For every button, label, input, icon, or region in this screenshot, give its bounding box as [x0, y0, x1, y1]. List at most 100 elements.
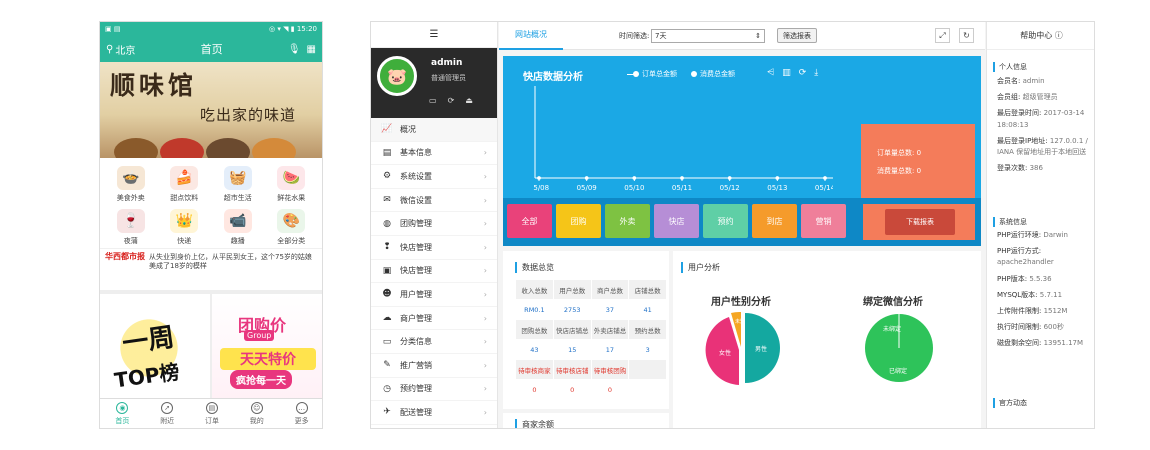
legend-item-consume[interactable]: 消费总金额: [691, 69, 735, 79]
info-key: 最后登录IP地址:: [997, 136, 1048, 145]
fullscreen-icon[interactable]: ⤢: [935, 28, 950, 43]
chevron-right-icon: ›: [483, 219, 487, 229]
category-item[interactable]: 📹 趣播: [211, 209, 265, 246]
sidebar-item[interactable]: ⚙ 系统设置 ›: [371, 165, 497, 189]
category-button-row: 下载报表 全部 团购 外卖 快店 预约 到店 营销: [503, 198, 981, 246]
category-item[interactable]: 👑 快递: [158, 209, 212, 246]
data-point: [775, 176, 780, 180]
download-report-button[interactable]: 下载报表: [885, 209, 955, 235]
tab-item[interactable]: ➚ 附近: [145, 399, 190, 428]
x-tick-label: 05/09: [577, 184, 597, 192]
sidebar-item[interactable]: ✈ 配送管理 ›: [371, 401, 497, 425]
tab-item[interactable]: ☺ 我的: [234, 399, 279, 428]
sidebar-item[interactable]: ▤ 基本信息 ›: [371, 142, 497, 166]
select-arrows-icon: ⇕: [755, 32, 761, 40]
line-chart-icon[interactable]: ⩤: [767, 68, 774, 78]
monitor-icon[interactable]: ▭: [429, 96, 437, 105]
tab-site-overview[interactable]: 网站概况: [499, 22, 563, 50]
sidebar-item[interactable]: 📈 概况: [371, 118, 497, 142]
category-filter-button[interactable]: 外卖: [605, 204, 650, 238]
promo-banner[interactable]: 顺味馆 吃出家的味道: [100, 62, 322, 158]
category-item[interactable]: 🍲 美食外卖: [104, 166, 158, 203]
category-label: 夜蒲: [123, 237, 138, 245]
category-item[interactable]: 🧺 超市生活: [211, 166, 265, 203]
info-key: PHP运行环境:: [997, 231, 1042, 239]
chevron-right-icon: ›: [483, 407, 487, 417]
data-point: [584, 176, 589, 180]
bar-chart-icon[interactable]: ▥: [782, 68, 791, 78]
category-item[interactable]: 🍉 鲜花水果: [265, 166, 319, 203]
sidebar-item[interactable]: ◷ 预约管理 ›: [371, 378, 497, 402]
category-filter-button[interactable]: 营销: [801, 204, 846, 238]
banner-slogan: 吃出家的味道: [200, 106, 297, 124]
data-summary-title: 数据总览: [515, 262, 554, 273]
sidebar-item[interactable]: ❢ 快店管理 ›: [371, 236, 497, 260]
sidebar-item[interactable]: ◍ 团购管理 ›: [371, 212, 497, 236]
wechat-pie-chart: 未绑定 已绑定: [865, 314, 933, 382]
weekly-top-promo[interactable]: 一周 TOP榜: [100, 294, 212, 402]
info-value: 13951.17M: [1043, 339, 1084, 348]
category-item[interactable]: 🍰 甜点饮料: [158, 166, 212, 203]
category-filter-button[interactable]: 全部: [507, 204, 552, 238]
category-filter-button[interactable]: 团购: [556, 204, 601, 238]
table-cell: 0: [552, 379, 592, 400]
restore-icon[interactable]: ⟳: [799, 68, 807, 78]
group-sub-logo: Group: [244, 330, 275, 341]
tab-item[interactable]: … 更多: [279, 399, 322, 428]
sidebar-item[interactable]: ☁ 商户管理 ›: [371, 307, 497, 331]
location-selector[interactable]: ⚲ 北京: [106, 42, 135, 57]
night-wine-icon: 🍷: [116, 209, 145, 233]
filter-report-button[interactable]: 筛选报表: [777, 28, 817, 43]
category-filter-button[interactable]: 快店: [654, 204, 699, 238]
news-ticker[interactable]: 华西都市报 从失业到身价上亿，从平民到女王，这个75岁的姑娘美成了18岁的模样: [100, 248, 322, 275]
legend-item-orders[interactable]: 订单总金额: [627, 69, 677, 79]
microphone-icon[interactable]: 🎙: [288, 44, 301, 55]
info-value: Darwin: [1043, 231, 1068, 239]
sidebar-item[interactable]: ✎ 推广营销 ›: [371, 354, 497, 378]
chevron-right-icon: ›: [483, 148, 487, 158]
pie-label-female: 女性: [719, 349, 731, 357]
menu-toggle-icon[interactable]: ☰: [371, 22, 497, 48]
table-row: RM0.1 2753 37 41: [515, 299, 667, 320]
category-label: 超市生活: [223, 194, 252, 202]
time-filter-select[interactable]: 7天 ⇕: [651, 29, 765, 43]
sidebar-item[interactable]: ▣ 快店管理 ›: [371, 260, 497, 284]
refresh-icon[interactable]: ⟳: [448, 96, 455, 105]
personal-info-list: 会员名: admin 会员组: 超级管理员 最后登录时间: 2017-03-14 1…: [997, 76, 1094, 179]
save-image-icon[interactable]: ⤓: [814, 68, 818, 78]
tab-item[interactable]: ◉ 首页: [100, 399, 145, 428]
avatar[interactable]: 🐷: [377, 56, 417, 96]
dish-image: [206, 138, 250, 158]
sidebar-item-label: 配送管理: [400, 407, 432, 417]
sidebar-item[interactable]: ▭ 分类信息 ›: [371, 330, 497, 354]
merchant-balance-title: 商家余额: [515, 419, 554, 428]
category-filter-button[interactable]: 预约: [703, 204, 748, 238]
sidebar-item[interactable]: ☻ 用户管理 ›: [371, 283, 497, 307]
official-news-title: 官方动态: [993, 398, 1027, 408]
reload-icon[interactable]: ↻: [959, 28, 974, 43]
info-key: 执行时间限制:: [997, 323, 1042, 332]
line-chart-svg: 05/08 05/09 05/10 05/11 05/12 05/13 05/14: [529, 86, 836, 192]
chart-toolbox: ⩤ ▥ ⟳ ⤓: [767, 68, 818, 78]
category-item[interactable]: 🍷 夜蒲: [104, 209, 158, 246]
tab-item[interactable]: ▤ 订单: [190, 399, 235, 428]
chevron-right-icon: ›: [483, 384, 487, 394]
bottom-tab-bar: ◉ 首页 ➚ 附近 ▤ 订单 ☺ 我的… 更多: [100, 398, 322, 428]
table-cell: 预约总数: [628, 319, 667, 340]
chart-legend: 订单总金额 消费总金额: [627, 69, 735, 79]
chevron-right-icon: ›: [483, 289, 487, 299]
info-key: MYSQL版本:: [997, 290, 1038, 299]
stat-consume-total: 消费量总数: 0: [877, 167, 922, 175]
sidebar-item[interactable]: ✉ 微信设置 ›: [371, 189, 497, 213]
sidebar-item-label: 团购管理: [400, 219, 432, 229]
logout-icon[interactable]: ⏏: [465, 96, 473, 105]
category-item[interactable]: 🎨 全部分类: [265, 209, 319, 246]
chevron-right-icon: ›: [483, 337, 487, 347]
daily-deal-promo[interactable]: 团购价 Group 天天特价 疯抢每一天: [212, 294, 322, 402]
qr-code-icon[interactable]: ▦: [307, 44, 316, 55]
category-filter-button[interactable]: 到店: [752, 204, 797, 238]
category-label: 快递: [177, 237, 192, 245]
help-center-link[interactable]: 帮助中心 ⓘ: [987, 22, 1094, 50]
info-value: 1512M: [1043, 306, 1068, 315]
admin-role: 普通管理员: [431, 74, 466, 82]
